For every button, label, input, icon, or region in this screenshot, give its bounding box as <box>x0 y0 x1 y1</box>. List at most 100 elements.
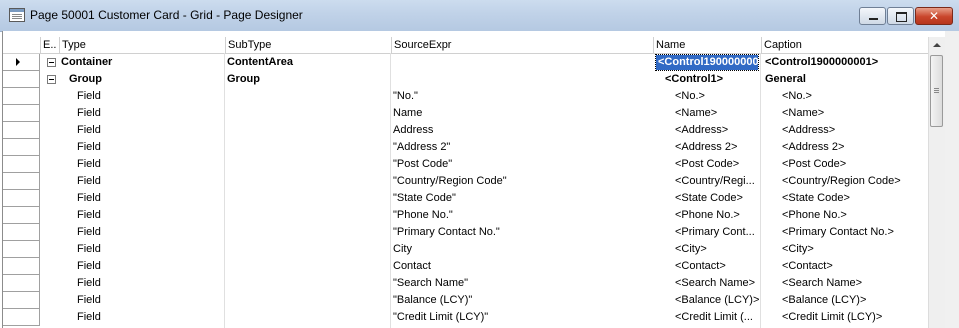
caption-cell[interactable]: General <box>765 71 925 88</box>
title-bar[interactable]: Page 50001 Customer Card - Grid - Page D… <box>0 0 959 32</box>
table-row[interactable]: Field "Country/Region Code" <Country/Regi.… <box>3 173 928 190</box>
subtype-cell[interactable] <box>227 241 387 258</box>
sourceexpr-cell[interactable]: "Credit Limit (LCY)" <box>393 309 648 326</box>
caption-cell[interactable]: <Credit Limit (LCY)> <box>782 309 942 326</box>
column-header-name[interactable]: Name <box>653 37 761 53</box>
sourceexpr-cell[interactable]: Contact <box>393 258 648 275</box>
subtype-cell[interactable] <box>227 309 387 326</box>
name-cell[interactable]: <Phone No.> <box>675 207 759 224</box>
caption-cell[interactable]: <Country/Region Code> <box>782 173 942 190</box>
close-button[interactable]: ✕ <box>915 7 953 25</box>
sourceexpr-cell[interactable]: "Phone No." <box>393 207 648 224</box>
table-row[interactable]: Field "Phone No." <Phone No.> <Phone No.> <box>3 207 928 224</box>
caption-cell[interactable]: <Search Name> <box>782 275 942 292</box>
name-cell[interactable]: <Country/Regi... <box>675 173 759 190</box>
table-row[interactable]: Field Contact <Contact> <Contact> <box>3 258 928 275</box>
collapse-icon[interactable] <box>47 75 56 84</box>
name-cell[interactable]: <Name> <box>675 105 759 122</box>
type-cell[interactable]: Field <box>77 88 227 105</box>
name-cell[interactable]: <Search Name> <box>675 275 759 292</box>
sourceexpr-cell[interactable]: "Country/Region Code" <box>393 173 648 190</box>
table-row[interactable]: Field "No." <No.> <No.> <box>3 88 928 105</box>
subtype-cell[interactable] <box>227 156 387 173</box>
caption-cell[interactable]: <Primary Contact No.> <box>782 224 942 241</box>
row-selector[interactable] <box>3 122 40 139</box>
table-row[interactable]: Field "Post Code" <Post Code> <Post Code> <box>3 156 928 173</box>
type-cell[interactable]: Field <box>77 105 227 122</box>
sourceexpr-cell[interactable]: Address <box>393 122 648 139</box>
caption-cell[interactable]: <Address 2> <box>782 139 942 156</box>
subtype-cell[interactable] <box>227 105 387 122</box>
row-selector[interactable] <box>3 241 40 258</box>
row-selector[interactable] <box>3 139 40 156</box>
name-cell[interactable]: <No.> <box>675 88 759 105</box>
subtype-cell[interactable] <box>227 207 387 224</box>
subtype-cell[interactable]: ContentArea <box>227 54 387 71</box>
name-cell[interactable]: <Credit Limit (... <box>675 309 759 326</box>
subtype-cell[interactable]: Group <box>227 71 387 88</box>
row-selector[interactable] <box>3 258 40 275</box>
minimize-button[interactable] <box>859 7 886 25</box>
sourceexpr-cell[interactable]: "Primary Contact No." <box>393 224 648 241</box>
subtype-cell[interactable] <box>227 275 387 292</box>
row-selector[interactable] <box>3 309 40 326</box>
sourceexpr-cell[interactable]: City <box>393 241 648 258</box>
collapse-icon[interactable] <box>47 58 56 67</box>
type-cell[interactable]: Field <box>77 241 227 258</box>
name-cell[interactable]: <Contact> <box>675 258 759 275</box>
table-row[interactable]: Container ContentArea <Control1900000001> <… <box>3 54 928 71</box>
type-cell[interactable]: Field <box>77 207 227 224</box>
caption-cell[interactable]: <State Code> <box>782 190 942 207</box>
type-cell[interactable]: Field <box>77 224 227 241</box>
row-selector[interactable] <box>3 71 40 88</box>
table-row[interactable]: Field "Primary Contact No." <Primary Cont.… <box>3 224 928 241</box>
name-cell[interactable]: <City> <box>675 241 759 258</box>
sourceexpr-cell[interactable] <box>393 71 648 88</box>
caption-cell[interactable]: <Control1900000001> <box>765 54 925 71</box>
scroll-up-icon[interactable] <box>929 37 945 53</box>
row-selector[interactable] <box>3 190 40 207</box>
caption-cell[interactable]: <Contact> <box>782 258 942 275</box>
type-cell[interactable]: Field <box>77 122 227 139</box>
type-cell[interactable]: Field <box>77 309 227 326</box>
column-header-enabled[interactable]: E.. <box>40 37 59 53</box>
column-header-caption[interactable]: Caption <box>761 37 928 53</box>
caption-cell[interactable]: <Address> <box>782 122 942 139</box>
table-row[interactable]: Field "Search Name" <Search Name> <Search N… <box>3 275 928 292</box>
table-row[interactable]: Field "State Code" <State Code> <State Code… <box>3 190 928 207</box>
row-selector[interactable] <box>3 156 40 173</box>
caption-cell[interactable]: <Phone No.> <box>782 207 942 224</box>
subtype-cell[interactable] <box>227 292 387 309</box>
subtype-cell[interactable] <box>227 122 387 139</box>
column-header-sourceexpr[interactable]: SourceExpr <box>391 37 653 53</box>
subtype-cell[interactable] <box>227 224 387 241</box>
name-cell[interactable]: <Balance (LCY)> <box>675 292 759 309</box>
type-cell[interactable]: Field <box>77 275 227 292</box>
table-row[interactable]: Field Name <Name> <Name> <box>3 105 928 122</box>
table-row[interactable]: Field City <City> <City> <box>3 241 928 258</box>
type-cell[interactable]: Field <box>77 156 227 173</box>
maximize-button[interactable] <box>887 7 914 25</box>
table-row[interactable]: Field "Balance (LCY)" <Balance (LCY)> <Bala… <box>3 292 928 309</box>
type-cell[interactable]: Field <box>77 292 227 309</box>
subtype-cell[interactable] <box>227 139 387 156</box>
sourceexpr-cell[interactable] <box>393 54 648 71</box>
name-cell-selected[interactable]: <Control1900000001> <box>655 54 759 71</box>
column-header-subtype[interactable]: SubType <box>225 37 391 53</box>
row-selector[interactable] <box>3 224 40 241</box>
name-cell[interactable]: <Primary Cont... <box>675 224 759 241</box>
name-cell[interactable]: <Post Code> <box>675 156 759 173</box>
type-cell[interactable]: Container <box>61 54 211 71</box>
sourceexpr-cell[interactable]: "Post Code" <box>393 156 648 173</box>
type-cell[interactable]: Field <box>77 139 227 156</box>
subtype-cell[interactable] <box>227 190 387 207</box>
name-cell[interactable]: <State Code> <box>675 190 759 207</box>
type-cell[interactable]: Field <box>77 173 227 190</box>
table-row[interactable]: Field "Address 2" <Address 2> <Address 2> <box>3 139 928 156</box>
sourceexpr-cell[interactable]: "Search Name" <box>393 275 648 292</box>
row-selector[interactable] <box>3 88 40 105</box>
column-header-type[interactable]: Type <box>59 37 225 53</box>
sourceexpr-cell[interactable]: "Address 2" <box>393 139 648 156</box>
type-cell[interactable]: Field <box>77 258 227 275</box>
table-row[interactable]: Group Group <Control1> General <box>3 71 928 88</box>
